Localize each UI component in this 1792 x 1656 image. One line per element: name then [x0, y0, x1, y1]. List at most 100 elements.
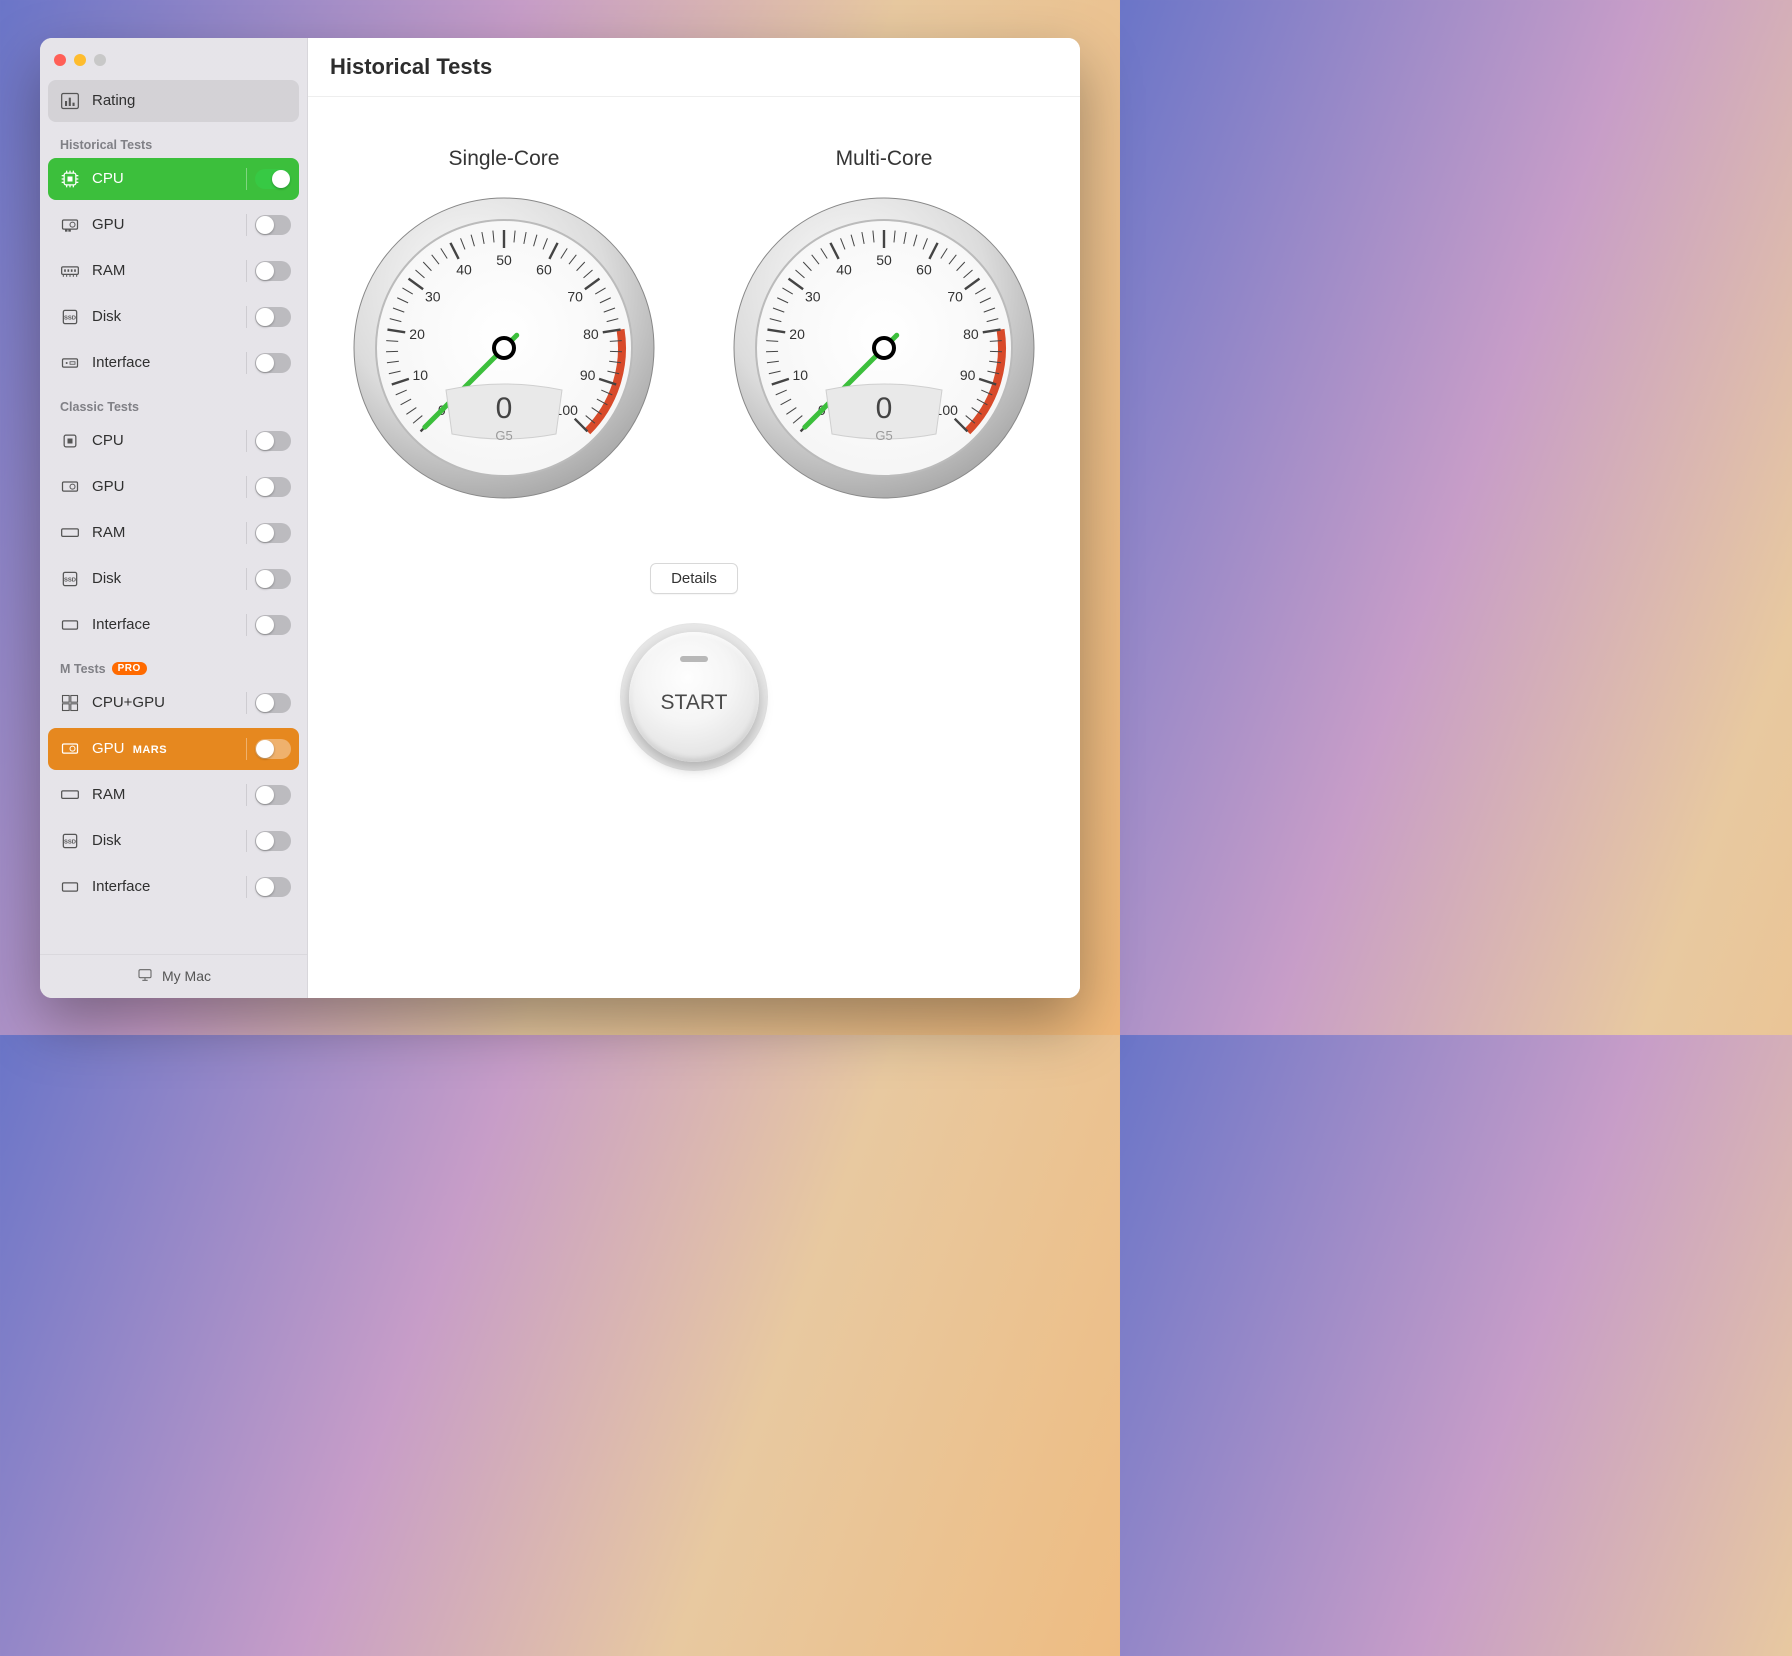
section-header-historical: Historical Tests [48, 126, 299, 158]
svg-text:G5: G5 [875, 428, 892, 443]
sidebar-item-historical-disk[interactable]: SSD Disk [48, 296, 299, 338]
sidebar-item-label: CPU [92, 170, 246, 187]
svg-text:0: 0 [496, 392, 513, 425]
divider [246, 476, 247, 498]
close-icon[interactable] [54, 54, 66, 66]
svg-text:40: 40 [456, 261, 472, 277]
toggle[interactable] [255, 307, 291, 327]
gauge-dial: 01020304050607080901000G5 [349, 193, 659, 503]
start-button[interactable]: START [629, 632, 759, 762]
gauge-title: Multi-Core [729, 147, 1039, 171]
sidebar-item-historical-interface[interactable]: Interface [48, 342, 299, 384]
sidebar-item-classic-cpu[interactable]: CPU [48, 420, 299, 462]
sidebar-item-label: Rating [92, 92, 291, 109]
sidebar-item-classic-gpu[interactable]: GPU [48, 466, 299, 508]
gauge-row: Single-Core 01020304050607080901000G5 Mu… [308, 97, 1080, 533]
sidebar-item-m-gpu-mars[interactable]: GPU MARS [48, 728, 299, 770]
gpu-icon [58, 738, 82, 760]
main-content: Historical Tests Single-Core 0 10 20 30 40 50… [308, 38, 1080, 998]
gauge-single-core: Single-Core 01020304050607080901000G5 [349, 147, 659, 503]
divider [246, 830, 247, 852]
svg-text:70: 70 [567, 288, 583, 304]
sidebar-item-classic-interface[interactable]: Interface [48, 604, 299, 646]
toggle[interactable] [255, 215, 291, 235]
sidebar-item-label: Interface [92, 616, 246, 633]
sidebar-item-m-ram[interactable]: RAM [48, 774, 299, 816]
svg-text:60: 60 [536, 261, 552, 277]
divider [246, 876, 247, 898]
divider [246, 568, 247, 590]
toggle[interactable] [255, 831, 291, 851]
divider [246, 260, 247, 282]
svg-text:0: 0 [876, 392, 893, 425]
divider [246, 306, 247, 328]
divider [246, 430, 247, 452]
svg-text:60: 60 [916, 261, 932, 277]
gauge-multi-core: Multi-Core 01020304050607080901000G5 [729, 147, 1039, 503]
toggle[interactable] [255, 353, 291, 373]
toggle[interactable] [255, 739, 291, 759]
svg-text:20: 20 [789, 326, 805, 342]
divider [246, 214, 247, 236]
svg-text:90: 90 [580, 367, 596, 383]
disk-icon: SSD [58, 830, 82, 852]
cpugpu-icon [58, 692, 82, 714]
cpu-icon [58, 168, 82, 190]
divider [246, 352, 247, 374]
sidebar-item-label: GPU [92, 478, 246, 495]
cpu-icon [58, 430, 82, 452]
svg-text:SSD: SSD [64, 315, 76, 321]
sidebar-item-label: CPU [92, 432, 246, 449]
sidebar-item-label: GPU [92, 216, 246, 233]
toggle[interactable] [255, 693, 291, 713]
sidebar-item-label: Interface [92, 354, 246, 371]
toggle[interactable] [255, 569, 291, 589]
toggle[interactable] [255, 523, 291, 543]
svg-text:80: 80 [963, 326, 979, 342]
toggle[interactable] [255, 169, 291, 189]
sidebar: Rating Historical Tests CPU GPU [40, 38, 308, 998]
sidebar-item-classic-ram[interactable]: RAM [48, 512, 299, 554]
details-button[interactable]: Details [650, 563, 738, 594]
interface-icon [58, 614, 82, 636]
ram-icon [58, 260, 82, 282]
sidebar-item-historical-cpu[interactable]: CPU [48, 158, 299, 200]
interface-icon [58, 352, 82, 374]
disk-icon: SSD [58, 568, 82, 590]
sidebar-item-m-disk[interactable]: SSD Disk [48, 820, 299, 862]
divider [246, 784, 247, 806]
toggle[interactable] [255, 615, 291, 635]
divider [246, 738, 247, 760]
controls: Details START [308, 533, 1080, 762]
footer-label: My Mac [162, 968, 211, 984]
sidebar-footer-my-mac[interactable]: My Mac [40, 954, 307, 998]
app-window: Rating Historical Tests CPU GPU [40, 38, 1080, 998]
svg-text:10: 10 [413, 367, 429, 383]
svg-text:50: 50 [876, 252, 892, 268]
svg-text:SSD: SSD [64, 577, 76, 583]
sidebar-item-label: Disk [92, 308, 246, 325]
disk-icon: SSD [58, 306, 82, 328]
sidebar-item-m-interface[interactable]: Interface [48, 866, 299, 908]
gpu-icon [58, 214, 82, 236]
sidebar-item-classic-disk[interactable]: SSD Disk [48, 558, 299, 600]
sidebar-item-historical-gpu[interactable]: GPU [48, 204, 299, 246]
sidebar-item-label: RAM [92, 262, 246, 279]
toggle[interactable] [255, 431, 291, 451]
toggle[interactable] [255, 785, 291, 805]
sidebar-item-m-cpugpu[interactable]: CPU+GPU [48, 682, 299, 724]
toggle[interactable] [255, 477, 291, 497]
svg-text:G5: G5 [495, 428, 512, 443]
sidebar-item-rating[interactable]: Rating [48, 80, 299, 122]
sidebar-item-historical-ram[interactable]: RAM [48, 250, 299, 292]
fullscreen-icon[interactable] [94, 54, 106, 66]
gauge-title: Single-Core [349, 147, 659, 171]
minimize-icon[interactable] [74, 54, 86, 66]
toggle[interactable] [255, 261, 291, 281]
toggle[interactable] [255, 877, 291, 897]
gauge-dial: 01020304050607080901000G5 [729, 193, 1039, 503]
sidebar-item-label: GPU MARS [92, 740, 246, 757]
svg-text:30: 30 [425, 288, 441, 304]
page-title: Historical Tests [308, 38, 1080, 97]
ram-icon [58, 784, 82, 806]
